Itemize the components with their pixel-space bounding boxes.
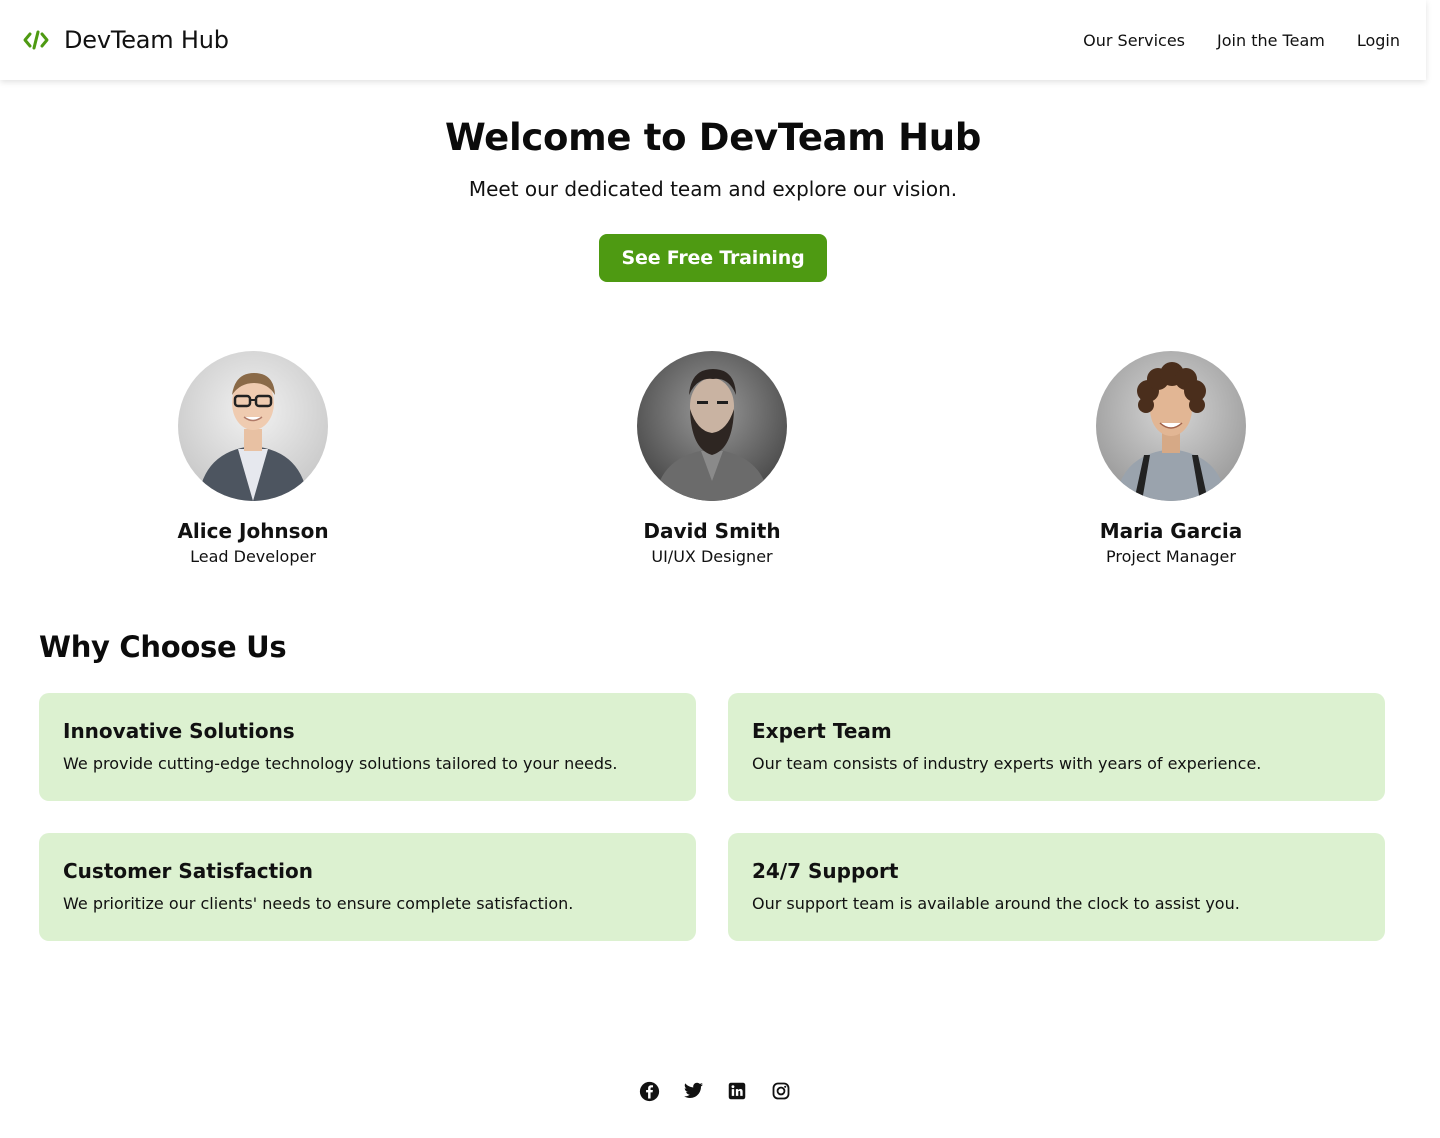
feature-title: 24/7 Support: [752, 859, 899, 883]
feature-title: Innovative Solutions: [63, 719, 295, 743]
feature-card: 24/7 Support Our support team is availab…: [728, 833, 1385, 941]
social-links: [638, 1080, 792, 1102]
brand-name: DevTeam Hub: [64, 26, 229, 54]
team-member: Alice Johnson Lead Developer: [103, 351, 403, 566]
twitter-icon[interactable]: [682, 1080, 704, 1102]
why-choose-us-title: Why Choose Us: [39, 630, 287, 664]
feature-text: We prioritize our clients' needs to ensu…: [63, 894, 574, 913]
feature-card: Innovative Solutions We provide cutting-…: [39, 693, 696, 801]
nav-login[interactable]: Login: [1357, 31, 1400, 50]
hero-subtitle: Meet our dedicated team and explore our …: [468, 177, 958, 201]
member-role: UI/UX Designer: [651, 547, 773, 566]
avatar-alice-johnson: [178, 351, 328, 501]
brand[interactable]: DevTeam Hub: [22, 26, 229, 54]
main-nav: Our Services Join the Team Login: [1083, 31, 1400, 50]
hero-title: Welcome to DevTeam Hub: [444, 116, 982, 159]
instagram-icon[interactable]: [770, 1080, 792, 1102]
member-role: Lead Developer: [190, 547, 316, 566]
team-member: David Smith UI/UX Designer: [562, 351, 862, 566]
member-name: Alice Johnson: [177, 519, 329, 543]
member-name: David Smith: [643, 519, 781, 543]
team-member: Maria Garcia Project Manager: [1021, 351, 1321, 566]
avatar-david-smith: [637, 351, 787, 501]
linkedin-icon[interactable]: [726, 1080, 748, 1102]
feature-text: Our team consists of industry experts wi…: [752, 754, 1262, 773]
member-role: Project Manager: [1106, 547, 1236, 566]
hero: Welcome to DevTeam Hub Meet our dedicate…: [0, 116, 1426, 282]
nav-join-the-team[interactable]: Join the Team: [1217, 31, 1325, 50]
nav-our-services[interactable]: Our Services: [1083, 31, 1185, 50]
top-navbar: DevTeam Hub Our Services Join the Team L…: [0, 0, 1426, 80]
feature-title: Customer Satisfaction: [63, 859, 314, 883]
avatar-maria-garcia: [1096, 351, 1246, 501]
feature-text: We provide cutting-edge technology solut…: [63, 754, 618, 773]
feature-card: Customer Satisfaction We prioritize our …: [39, 833, 696, 941]
team-section: Alice Johnson Lead Developer David Smith…: [0, 351, 1426, 581]
feature-text: Our support team is available around the…: [752, 894, 1240, 913]
member-name: Maria Garcia: [1099, 519, 1243, 543]
code-brackets-icon: [22, 26, 50, 54]
feature-title: Expert Team: [752, 719, 892, 743]
facebook-icon[interactable]: [638, 1080, 660, 1102]
see-free-training-button[interactable]: See Free Training: [598, 234, 828, 282]
feature-card: Expert Team Our team consists of industr…: [728, 693, 1385, 801]
